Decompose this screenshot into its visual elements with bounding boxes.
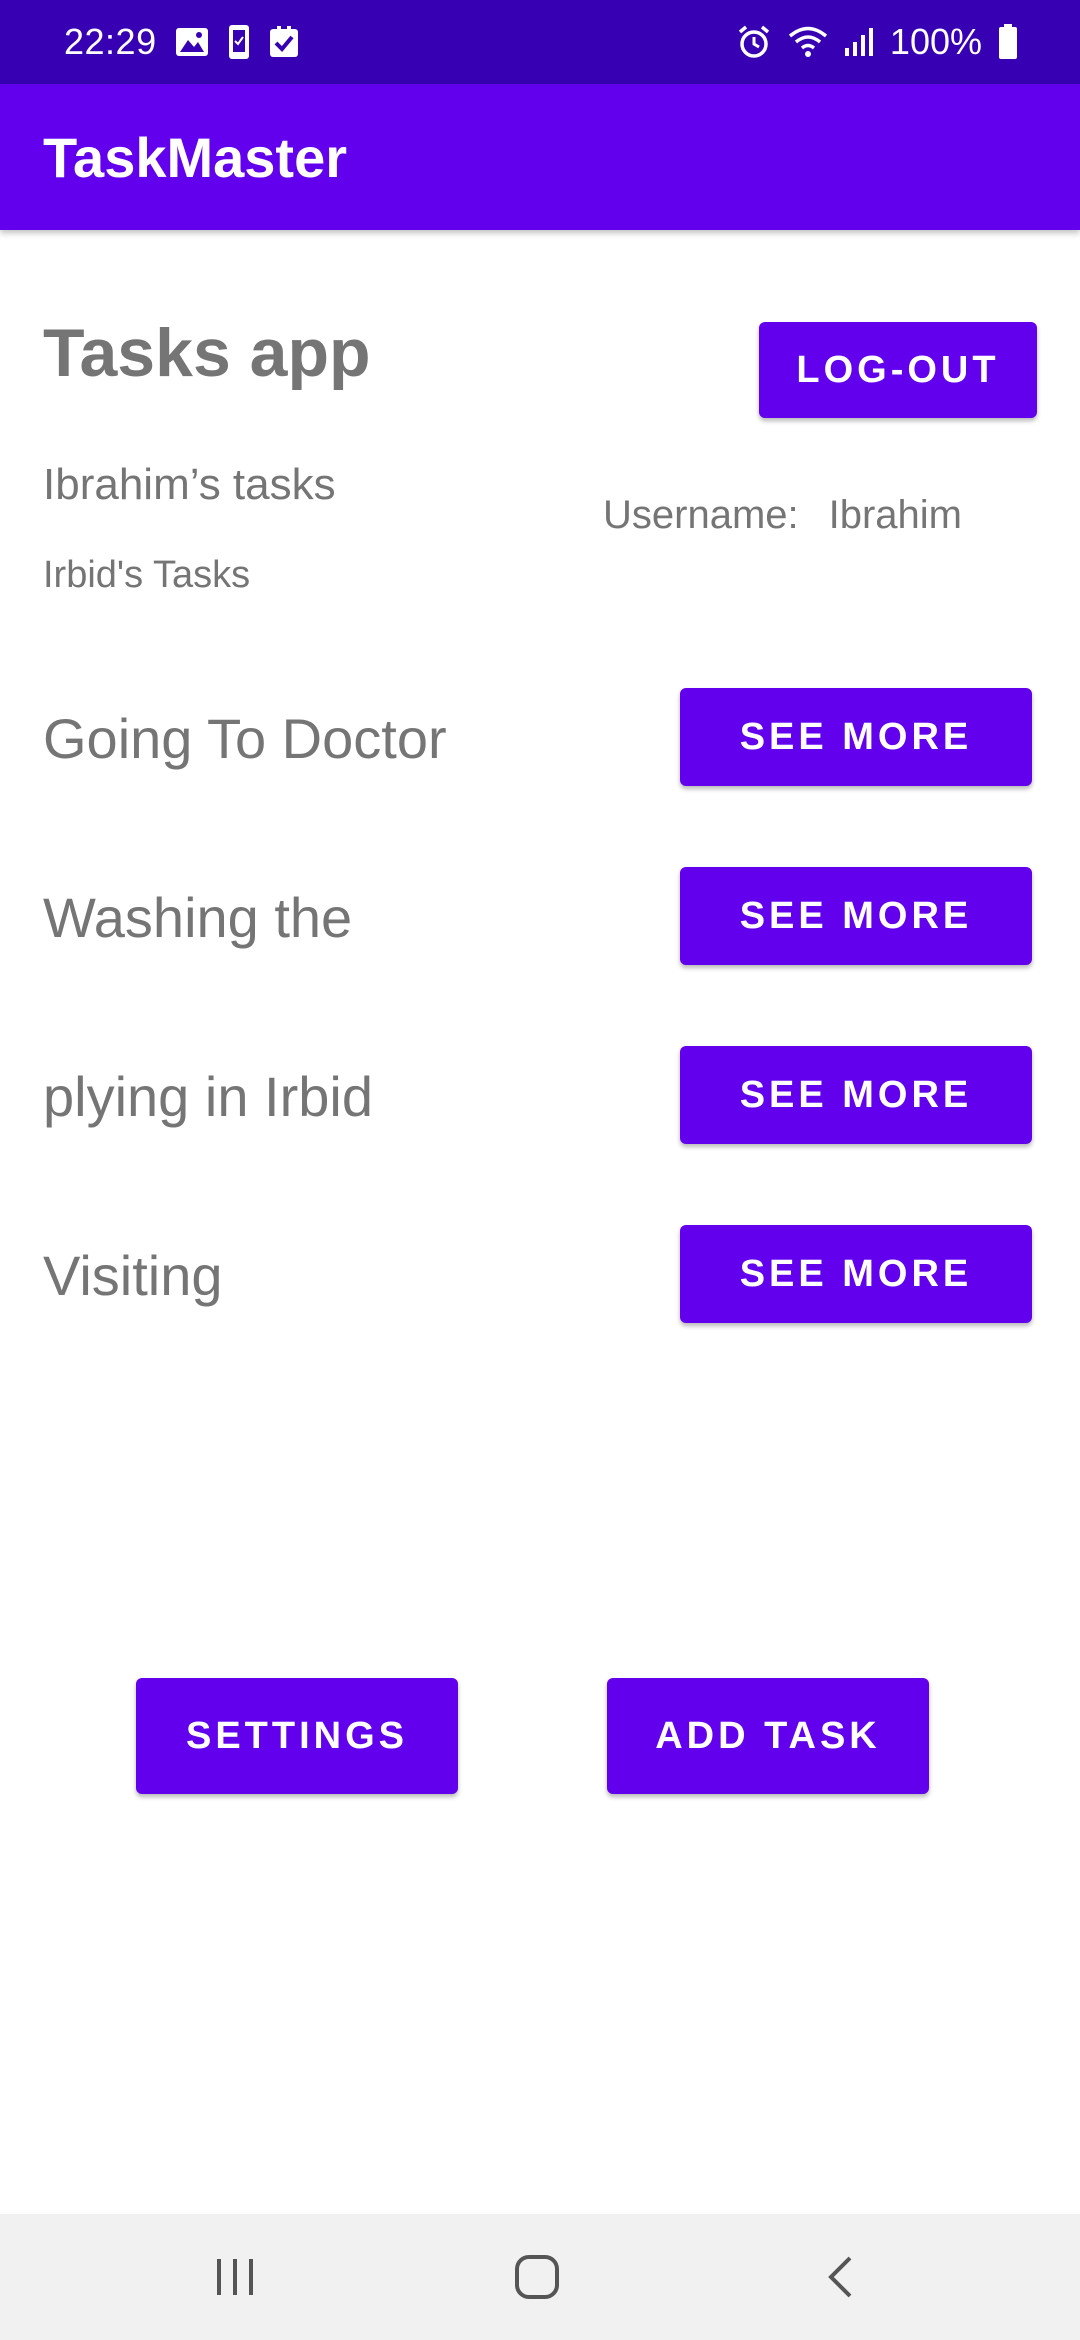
back-icon[interactable] bbox=[760, 2214, 920, 2340]
task-row: plying in Irbid SEE MORE bbox=[0, 1046, 1080, 1146]
username-row: Username: Ibrahim bbox=[603, 493, 962, 538]
task-title: Washing the bbox=[43, 885, 353, 949]
recent-apps-icon[interactable] bbox=[155, 2214, 315, 2340]
see-more-button[interactable]: SEE MORE bbox=[680, 867, 1032, 965]
status-bar: 22:29 100% bbox=[0, 0, 1080, 84]
phone-icon bbox=[227, 24, 251, 60]
task-row: Washing the SEE MORE bbox=[0, 867, 1080, 967]
image-icon bbox=[175, 26, 209, 58]
battery-icon bbox=[998, 24, 1018, 60]
add-task-button[interactable]: ADD TASK bbox=[607, 1678, 929, 1794]
app-title: TaskMaster bbox=[43, 125, 348, 189]
navigation-bar bbox=[0, 2214, 1080, 2340]
signal-icon bbox=[844, 26, 874, 58]
see-more-button[interactable]: SEE MORE bbox=[680, 688, 1032, 786]
checkbox-icon bbox=[269, 26, 299, 58]
task-title: Going To Doctor bbox=[43, 706, 447, 770]
task-title: Visiting bbox=[43, 1243, 223, 1307]
status-time: 22:29 bbox=[64, 21, 157, 62]
username-label: Username: bbox=[603, 493, 799, 537]
alarm-icon bbox=[736, 24, 772, 60]
team-tasks-label: Irbid's Tasks bbox=[43, 554, 251, 596]
battery-percentage: 100% bbox=[889, 21, 982, 62]
see-more-button[interactable]: SEE MORE bbox=[680, 1046, 1032, 1144]
app-bar: TaskMaster bbox=[0, 84, 1080, 230]
wifi-icon bbox=[788, 25, 828, 59]
status-left: 22:29 bbox=[64, 0, 299, 84]
logout-button[interactable]: LOG-OUT bbox=[759, 322, 1037, 418]
owner-tasks-label: Ibrahim’s tasks bbox=[43, 460, 336, 509]
username-value: Ibrahim bbox=[828, 493, 963, 537]
see-more-button[interactable]: SEE MORE bbox=[680, 1225, 1032, 1323]
task-title: plying in Irbid bbox=[43, 1064, 373, 1128]
settings-button[interactable]: SETTINGS bbox=[136, 1678, 458, 1794]
page-title: Tasks app bbox=[43, 315, 371, 391]
status-right: 100% bbox=[736, 0, 1018, 84]
task-row: Visiting SEE MORE bbox=[0, 1225, 1080, 1325]
task-row: Going To Doctor SEE MORE bbox=[0, 688, 1080, 788]
home-icon[interactable] bbox=[457, 2214, 617, 2340]
